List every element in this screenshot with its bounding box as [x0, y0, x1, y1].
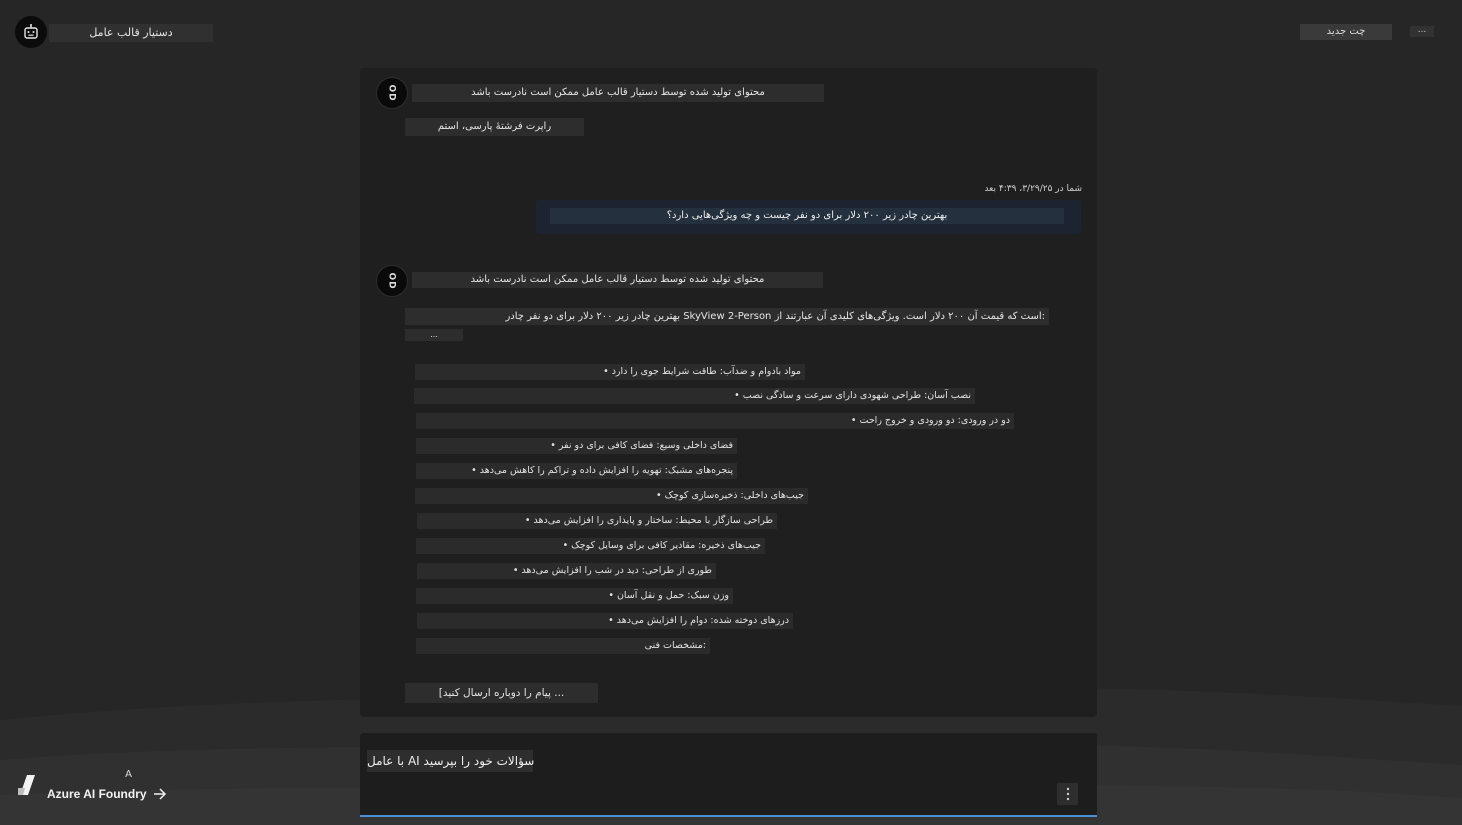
user-message-bubble: بهترین چادر زیر ۲۰۰ دلار برای دو نفر چیس…	[536, 200, 1081, 234]
bot-avatar: OD	[376, 265, 408, 297]
send-button[interactable]	[1057, 783, 1078, 805]
specs-heading: مشخصات فنی:	[416, 638, 710, 654]
feature-item: • جیب‌های داخلی: ذخیره‌سازی کوچک	[415, 488, 808, 504]
app-title: دستیار قالب عامل	[49, 24, 213, 42]
user-avatar-initial[interactable]: A	[46, 767, 211, 783]
bot-disclaimer: محتوای تولید شده توسط دستیار قالب عامل م…	[412, 84, 824, 102]
brand-label: Azure AI Foundry	[47, 787, 147, 801]
feature-item: • دو در ورودی: دو ورودی و خروج راحت	[416, 413, 1014, 429]
feature-item: • درزهای دوخته شده: دوام را افزایش می‌ده…	[417, 613, 793, 629]
more-menu-button[interactable]: ...	[1410, 26, 1434, 37]
new-chat-button[interactable]: چت جدید	[1300, 24, 1392, 40]
feature-item: • طراحی سازگار با محیط: ساختار و پایداری…	[417, 513, 777, 529]
message-input[interactable]: با عامل AI سؤالات خود را بپرسید	[367, 750, 534, 772]
user-timestamp: شما در ۳/۲۹/۲۵، ۴:۳۹ بعد	[984, 184, 1082, 194]
feature-item: • طوری از طراحی: دید در شب را افزایش می‌…	[417, 563, 716, 579]
chat-panel[interactable]: OD محتوای تولید شده توسط دستیار قالب عام…	[360, 68, 1097, 717]
feature-item: • فضای داخلی وسیع: فضای کافی برای دو نفر	[416, 438, 737, 454]
robot-icon	[24, 24, 38, 39]
feature-item: • مواد بادوام و ضدآب: طاقت شرایط جوی را …	[415, 364, 805, 380]
azure-foundry-link[interactable]: Azure AI Foundry	[47, 787, 167, 801]
feature-item: • وزن سبک: حمل و نقل آسان	[416, 588, 733, 604]
message-composer[interactable]: با عامل AI سؤالات خود را بپرسید	[360, 733, 1097, 817]
user-message-text: بهترین چادر زیر ۲۰۰ دلار برای دو نفر چیس…	[550, 208, 1064, 224]
bot-answer-intro: بهترین چادر زیر ۲۰۰ دلار برای دو نفر چاد…	[405, 308, 1049, 325]
feature-item: • پنجره‌های مشبک: تهویه را افزایش داده و…	[416, 463, 737, 479]
bot-avatar: OD	[376, 77, 408, 109]
feature-item: • جیب‌های ذخیره: مقادیر کافی برای وسایل …	[416, 538, 765, 554]
top-bar: دستیار قالب عامل چت جدید ...	[0, 0, 1462, 62]
app-logo	[15, 16, 47, 48]
feature-item: • نصب آسان: طراحی شهودی دارای سرعت و ساد…	[414, 388, 975, 404]
more-vertical-icon	[1066, 787, 1069, 801]
azure-foundry-logo-icon	[18, 775, 35, 795]
arrow-right-icon	[153, 788, 166, 800]
bot-disclaimer: محتوای تولید شده توسط دستیار قالب عامل م…	[412, 272, 823, 288]
bot-message-text: راپرت فرشتهٔ پارسی، استم	[405, 118, 584, 136]
truncated-notice: [پیام را دوباره ارسال کنید ...	[405, 683, 598, 703]
bot-answer-intro-tail: ...	[405, 329, 463, 341]
